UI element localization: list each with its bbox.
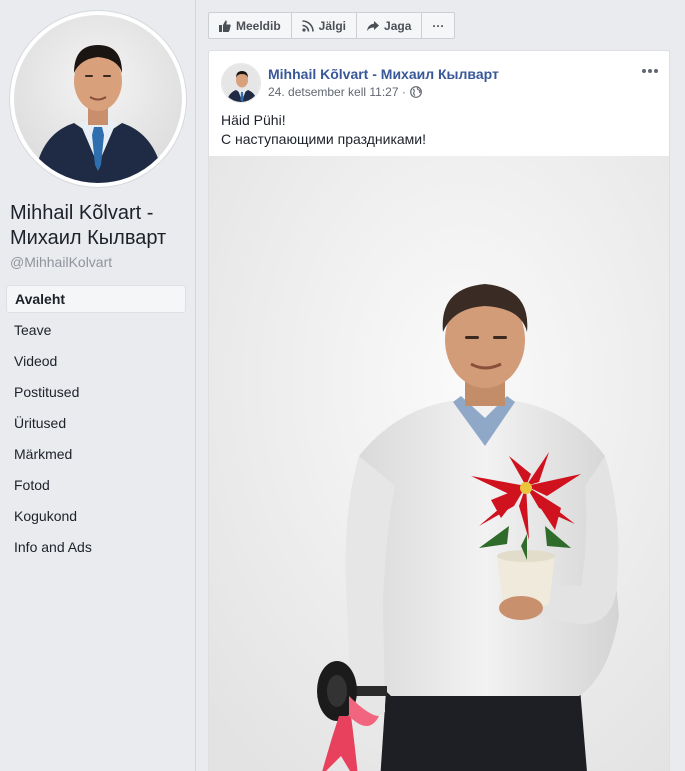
share-label: Jaga xyxy=(384,18,412,33)
post-text-line-1: Häid Pühi! xyxy=(221,112,286,128)
nav-item-info-and-ads[interactable]: Info and Ads xyxy=(6,533,186,561)
page-edge xyxy=(680,0,685,771)
thumbs-up-icon xyxy=(219,20,231,32)
like-button[interactable]: Meeldib xyxy=(209,13,292,38)
left-sidebar: Mihhail Kõlvart - Михаил Кылварт @Mihhai… xyxy=(0,0,196,771)
like-label: Meeldib xyxy=(236,18,281,33)
ellipsis-dot xyxy=(648,69,652,73)
nav-item-fotod[interactable]: Fotod xyxy=(6,471,186,499)
page-handle[interactable]: @MihhailKolvart xyxy=(10,254,112,270)
rss-icon xyxy=(302,19,314,32)
nav-item-postitused[interactable]: Postitused xyxy=(6,378,186,406)
ellipsis-dot xyxy=(642,69,646,73)
post-photo[interactable] xyxy=(209,156,669,771)
post-author-avatar[interactable] xyxy=(221,63,261,103)
profile-photo xyxy=(14,15,182,183)
holiday-photo xyxy=(209,156,669,771)
post-text: Häid Pühi! С наступающими праздниками! xyxy=(221,111,661,149)
ellipsis-icon: ··· xyxy=(432,18,445,33)
nav-item-teave[interactable]: Teave xyxy=(6,316,186,344)
post-author-link[interactable]: Mihhail Kõlvart - Михаил Кылварт xyxy=(268,66,499,82)
follow-button[interactable]: Jälgi xyxy=(292,13,358,38)
profile-picture[interactable] xyxy=(10,11,186,187)
more-actions-button[interactable]: ··· xyxy=(422,13,454,38)
follow-label: Jälgi xyxy=(318,18,347,33)
share-arrow-icon xyxy=(367,20,380,31)
ellipsis-dot xyxy=(654,69,658,73)
page-title[interactable]: Mihhail Kõlvart - Михаил Кылварт xyxy=(10,201,190,251)
nav-item-uritused[interactable]: Üritused xyxy=(6,409,186,437)
nav-item-avaleht[interactable]: Avaleht xyxy=(6,285,186,313)
page-nav: Avaleht Teave Videod Postitused Üritused… xyxy=(6,285,186,564)
post-meta: 24. detsember kell 11:27 · xyxy=(268,85,422,99)
post-timestamp[interactable]: 24. detsember kell 11:27 · xyxy=(268,85,406,99)
nav-item-markmed[interactable]: Märkmed xyxy=(6,440,186,468)
nav-item-videod[interactable]: Videod xyxy=(6,347,186,375)
page-action-bar: Meeldib Jälgi Jaga ··· xyxy=(208,12,456,39)
post-options-button[interactable] xyxy=(639,63,661,79)
avatar-photo xyxy=(222,64,260,102)
post-text-line-2: С наступающими праздниками! xyxy=(221,131,427,147)
post-card: Mihhail Kõlvart - Михаил Кылварт 24. det… xyxy=(208,50,670,771)
nav-item-kogukond[interactable]: Kogukond xyxy=(6,502,186,530)
globe-icon[interactable] xyxy=(409,86,422,98)
share-button[interactable]: Jaga xyxy=(357,13,423,38)
